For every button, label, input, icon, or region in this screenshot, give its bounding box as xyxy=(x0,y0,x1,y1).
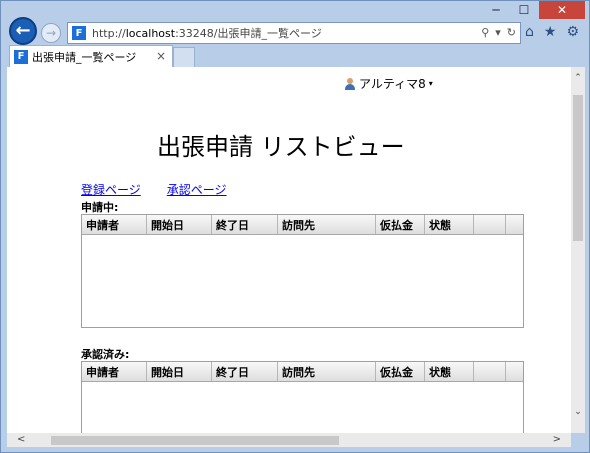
column-header-status[interactable]: 状態 xyxy=(425,215,474,234)
column-header-destination[interactable]: 訪問先 xyxy=(278,215,376,234)
column-header-applicant[interactable]: 申請者 xyxy=(82,362,147,381)
approve-page-link[interactable]: 承認ページ xyxy=(167,181,227,198)
dropdown-icon[interactable]: ▾ xyxy=(495,26,501,39)
approved-grid[interactable]: 申請者 開始日 終了日 訪問先 仮払金 状態 xyxy=(81,361,524,433)
user-menu[interactable]: アルティマ8 ▾ xyxy=(344,75,433,92)
column-header-end-date[interactable]: 終了日 xyxy=(212,362,278,381)
url-path: :33248/出張申請_一覧ページ xyxy=(175,27,322,40)
tab-title: 出張申請_一覧ページ xyxy=(32,50,137,64)
address-bar[interactable]: F http://localhost:33248/出張申請_一覧ページ ⚲ ▾ … xyxy=(67,22,521,44)
forward-button[interactable]: → xyxy=(41,23,61,43)
column-header-advance[interactable]: 仮払金 xyxy=(376,362,425,381)
search-icon[interactable]: ⚲ xyxy=(481,26,489,39)
page-title: 出張申請 リストビュー xyxy=(157,133,405,161)
user-name: アルティマ8 xyxy=(359,77,426,91)
column-header-start-date[interactable]: 開始日 xyxy=(147,362,212,381)
browser-window: ─ ☐ ✕ ← → F http://localhost:33248/出張申請_… xyxy=(0,0,590,453)
navigation-bar: ← → F http://localhost:33248/出張申請_一覧ページ … xyxy=(1,15,589,47)
scroll-left-icon[interactable]: < xyxy=(17,434,25,445)
column-header-empty xyxy=(474,215,506,234)
new-tab-button[interactable] xyxy=(173,47,195,67)
tab-close-icon[interactable]: × xyxy=(156,49,166,63)
toolbar-icons: ⌂ ★ ⚙ xyxy=(525,24,579,40)
site-favicon-icon: F xyxy=(72,26,86,40)
url-text[interactable]: http://localhost:33248/出張申請_一覧ページ xyxy=(92,25,322,41)
tab-strip: F 出張申請_一覧ページ × xyxy=(1,45,589,67)
url-scheme: http:// xyxy=(92,27,126,40)
settings-icon[interactable]: ⚙ xyxy=(566,24,579,40)
column-header-status[interactable]: 状態 xyxy=(425,362,474,381)
column-header-end-date[interactable]: 終了日 xyxy=(212,215,278,234)
page-links: 登録ページ 承認ページ xyxy=(81,181,227,198)
user-avatar-icon xyxy=(344,77,356,90)
address-tools: ⚲ ▾ ↻ xyxy=(481,26,516,39)
tab-active[interactable]: F 出張申請_一覧ページ × xyxy=(9,45,173,67)
chevron-down-icon: ▾ xyxy=(428,79,433,88)
home-icon[interactable]: ⌂ xyxy=(525,24,534,40)
url-host: localhost xyxy=(125,27,176,40)
scroll-up-icon[interactable]: ⌃ xyxy=(571,73,585,85)
scroll-right-icon[interactable]: > xyxy=(553,434,561,445)
column-header-applicant[interactable]: 申請者 xyxy=(82,215,147,234)
refresh-icon[interactable]: ↻ xyxy=(507,26,516,39)
scroll-down-icon[interactable]: ⌄ xyxy=(571,407,585,419)
vertical-scrollbar[interactable]: ⌃ ⌄ xyxy=(571,67,585,433)
pending-section-label: 申請中: xyxy=(81,201,119,214)
favorites-icon[interactable]: ★ xyxy=(544,24,557,40)
column-header-start-date[interactable]: 開始日 xyxy=(147,215,212,234)
vertical-scroll-thumb[interactable] xyxy=(573,95,583,241)
tab-favicon-icon: F xyxy=(14,49,28,64)
approved-grid-header: 申請者 開始日 終了日 訪問先 仮払金 状態 xyxy=(82,362,523,382)
page-viewport: アルティマ8 ▾ 出張申請 リストビュー 登録ページ 承認ページ 申請中: 申請… xyxy=(7,67,571,433)
pending-grid[interactable]: 申請者 開始日 終了日 訪問先 仮払金 状態 xyxy=(81,214,524,328)
pending-grid-header: 申請者 開始日 終了日 訪問先 仮払金 状態 xyxy=(82,215,523,235)
back-button[interactable]: ← xyxy=(9,17,37,45)
column-header-empty xyxy=(474,362,506,381)
register-page-link[interactable]: 登録ページ xyxy=(81,181,141,198)
forward-arrow-icon: → xyxy=(45,26,57,40)
back-arrow-icon: ← xyxy=(15,20,31,41)
column-header-advance[interactable]: 仮払金 xyxy=(376,215,425,234)
horizontal-scrollbar[interactable]: < > xyxy=(7,433,571,447)
horizontal-scroll-thumb[interactable] xyxy=(51,436,339,445)
column-header-destination[interactable]: 訪問先 xyxy=(278,362,376,381)
approved-section-label: 承認済み: xyxy=(81,348,130,361)
